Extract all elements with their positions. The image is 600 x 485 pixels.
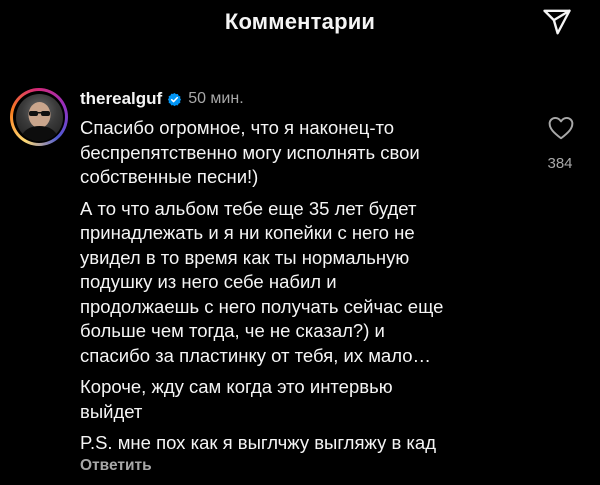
header: Комментарии bbox=[0, 0, 600, 52]
avatar-story-ring[interactable] bbox=[10, 88, 68, 146]
verified-badge-icon bbox=[167, 92, 182, 107]
comment-timestamp: 50 мин. bbox=[188, 90, 244, 107]
username[interactable]: therealguf bbox=[80, 89, 162, 109]
heart-outline-icon bbox=[548, 116, 574, 145]
comment-paragraph: Короче, жду сам когда это интервью выйде… bbox=[80, 376, 393, 422]
like-count: 384 bbox=[547, 155, 573, 172]
comment-paragraph: P.S. мне пох как я выглчжу выгляжу в кад bbox=[80, 432, 437, 453]
comment-paragraph: А то что альбом тебе еще 35 лет будет пр… bbox=[80, 197, 444, 366]
comments-screen: Комментарии therealguf 50 мин. Спасибо о… bbox=[0, 0, 600, 485]
comment-text: Спасибо огромное, что я наконец-то беспр… bbox=[80, 116, 520, 463]
comment: therealguf 50 мин. Спасибо огромное, что… bbox=[0, 60, 600, 485]
page-title: Комментарии bbox=[224, 9, 376, 34]
paper-plane-icon bbox=[542, 7, 572, 42]
avatar bbox=[15, 93, 63, 141]
share-button[interactable] bbox=[538, 6, 576, 42]
comment-meta: therealguf 50 мин. bbox=[80, 87, 244, 111]
like-button[interactable] bbox=[544, 115, 578, 145]
comment-paragraph: Спасибо огромное, что я наконец-то беспр… bbox=[80, 117, 420, 187]
reply-button[interactable]: Ответить bbox=[80, 457, 152, 475]
